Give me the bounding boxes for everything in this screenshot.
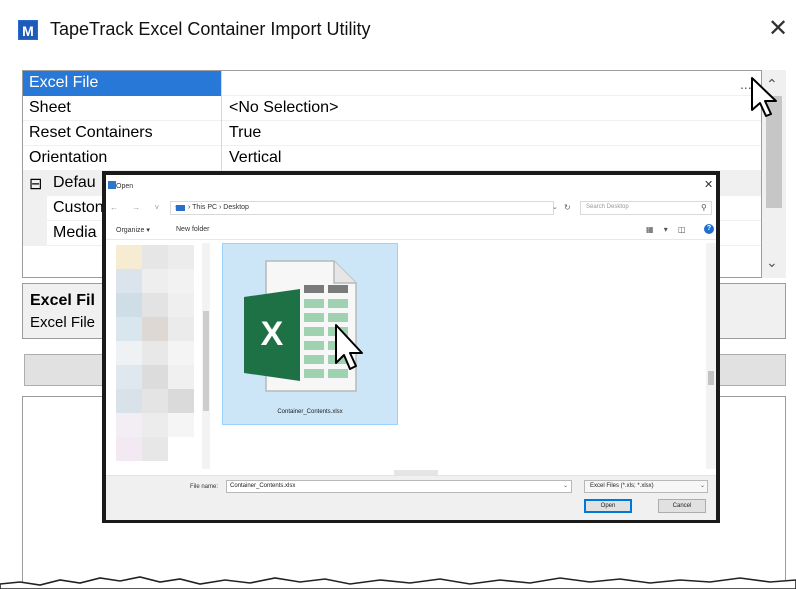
- row-name: Orientation: [29, 149, 108, 166]
- view-options-icon[interactable]: ▦ ▾ ◫: [646, 225, 690, 234]
- description-title: Excel Fil: [30, 292, 95, 309]
- grid-row-orientation[interactable]: Orientation Vertical: [23, 146, 761, 171]
- grid-row-sheet[interactable]: Sheet <No Selection>: [23, 96, 761, 121]
- dialog-close-icon[interactable]: ✕: [704, 178, 713, 191]
- excel-file-icon: X: [244, 260, 363, 392]
- row-name: Sheet: [29, 99, 71, 116]
- column-divider: [221, 71, 222, 96]
- close-icon[interactable]: ✕: [768, 14, 788, 44]
- collapse-icon[interactable]: ⊟: [29, 174, 42, 194]
- window-title: TapeTrack Excel Container Import Utility: [50, 19, 371, 39]
- file-type-dropdown-icon[interactable]: ⌄: [700, 482, 705, 489]
- row-name: Custon: [53, 199, 104, 216]
- indent-strip: [23, 221, 47, 246]
- file-type-value[interactable]: Excel Files (*.xls; *.xlsx): [590, 483, 654, 489]
- search-icon[interactable]: ⚲: [701, 203, 707, 212]
- navigation-pane[interactable]: [112, 243, 202, 469]
- row-value[interactable]: True: [229, 124, 261, 142]
- pc-icon: [176, 205, 185, 211]
- row-name: Excel File: [29, 74, 99, 91]
- description-text: Excel File: [30, 314, 96, 331]
- dialog-title: Open: [116, 183, 134, 190]
- torn-edge: [0, 576, 796, 589]
- new-folder-button[interactable]: New folder: [176, 226, 209, 233]
- mouse-cursor-icon: [751, 77, 777, 117]
- column-divider: [221, 146, 222, 171]
- column-divider: [221, 96, 222, 121]
- address-path[interactable]: › This PC › Desktop: [188, 204, 249, 211]
- file-name-input-value[interactable]: Container_Contents.xlsx: [230, 483, 295, 489]
- excel-letter: X: [261, 315, 284, 353]
- indent-strip: [23, 196, 47, 221]
- file-name-dropdown-icon[interactable]: ⌄: [563, 482, 568, 489]
- help-icon[interactable]: ?: [704, 224, 714, 234]
- scroll-down-icon[interactable]: ⌄: [766, 254, 778, 271]
- open-file-dialog[interactable]: Open ✕ ← → ˅ ↑ › This PC › Desktop ⌄ ↻ S…: [102, 171, 720, 523]
- refresh-icon[interactable]: ↻: [564, 203, 571, 212]
- address-dropdown-icon[interactable]: ⌄: [552, 203, 558, 211]
- search-placeholder: Search Desktop: [586, 204, 629, 210]
- dialog-app-icon: [108, 181, 116, 189]
- grid-row-excel-file[interactable]: Excel File: [23, 71, 761, 96]
- organize-menu[interactable]: Organize ▾: [116, 226, 150, 234]
- content-scroll-thumb[interactable]: [708, 371, 714, 385]
- row-value[interactable]: Vertical: [229, 149, 281, 167]
- row-name: Reset Containers: [29, 124, 153, 141]
- content-scrollbar[interactable]: [706, 243, 716, 469]
- cancel-button[interactable]: Cancel: [658, 499, 706, 513]
- app-icon: M: [18, 20, 38, 40]
- file-name-label: Container_Contents.xlsx: [277, 409, 343, 415]
- open-button[interactable]: Open: [584, 499, 632, 513]
- row-name: Media: [53, 224, 97, 241]
- column-divider: [221, 121, 222, 146]
- category-name: Defau: [53, 174, 96, 191]
- navigation-scroll-thumb[interactable]: [203, 311, 209, 411]
- grid-row-reset-containers[interactable]: Reset Containers True: [23, 121, 761, 146]
- row-value[interactable]: <No Selection>: [229, 99, 338, 117]
- file-name-field-label: File name:: [190, 484, 219, 490]
